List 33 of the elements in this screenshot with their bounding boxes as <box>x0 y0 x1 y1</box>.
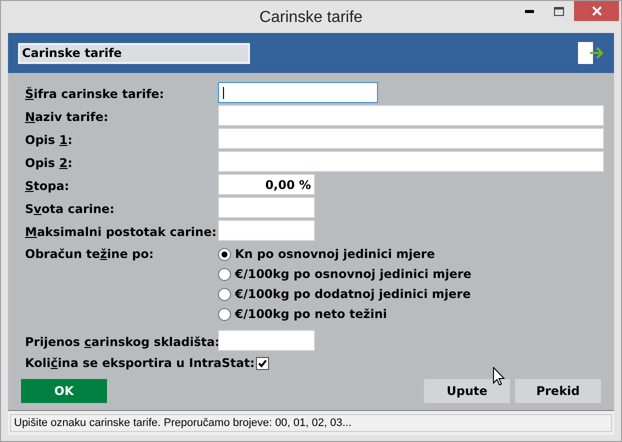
radio-option[interactable]: €/100kg po neto težini <box>218 304 472 324</box>
minimize-icon <box>524 10 534 12</box>
radio-button[interactable] <box>218 248 231 260</box>
radio-option[interactable]: Kn po osnovnoj jedinici mjere <box>218 244 472 264</box>
input-field[interactable]: 0,00 % <box>218 174 315 195</box>
field-label: Opis 1: <box>25 132 72 146</box>
exit-icon[interactable] <box>578 42 604 64</box>
window-title: Carinske tarife <box>259 8 363 26</box>
close-icon <box>592 6 602 16</box>
checkbox-label: Količina se eksportira u IntraStat: <box>25 355 255 372</box>
field-label: Šifra carinske tarife: <box>25 86 164 100</box>
field-label: Stopa: <box>25 178 70 192</box>
field-label: Naziv tarife: <box>25 110 108 124</box>
radio-button[interactable] <box>218 308 231 320</box>
maximize-icon <box>554 6 564 16</box>
help-button[interactable]: Upute <box>424 379 510 403</box>
radio-button[interactable] <box>218 268 231 280</box>
field-label: Prijenos carinskog skladišta: <box>25 334 220 348</box>
cancel-button[interactable]: Prekid <box>515 379 601 403</box>
field-label: Svota carine: <box>25 202 114 216</box>
input-field[interactable] <box>218 82 378 103</box>
status-bar: Upišite oznaku carinske tarife. Preporučamo brojeve: 00, 01, 02, 03... <box>10 414 612 432</box>
mouse-cursor-icon <box>493 367 505 386</box>
field-label: Obračun težine po: <box>25 246 154 263</box>
radio-button[interactable] <box>218 288 231 300</box>
radio-option[interactable]: €/100kg po dodatnoj jedinici mjere <box>218 284 472 304</box>
field-label: Opis 2: <box>25 156 72 170</box>
radio-option[interactable]: €/100kg po osnovnoj jedinici mjere <box>218 264 472 284</box>
close-button[interactable] <box>574 1 619 21</box>
checkbox[interactable] <box>256 356 269 370</box>
field-label: Maksimalni postotak carine: <box>25 224 217 238</box>
ok-button[interactable]: OK <box>21 379 107 403</box>
header-title-field: Carinske tarife <box>18 42 250 64</box>
